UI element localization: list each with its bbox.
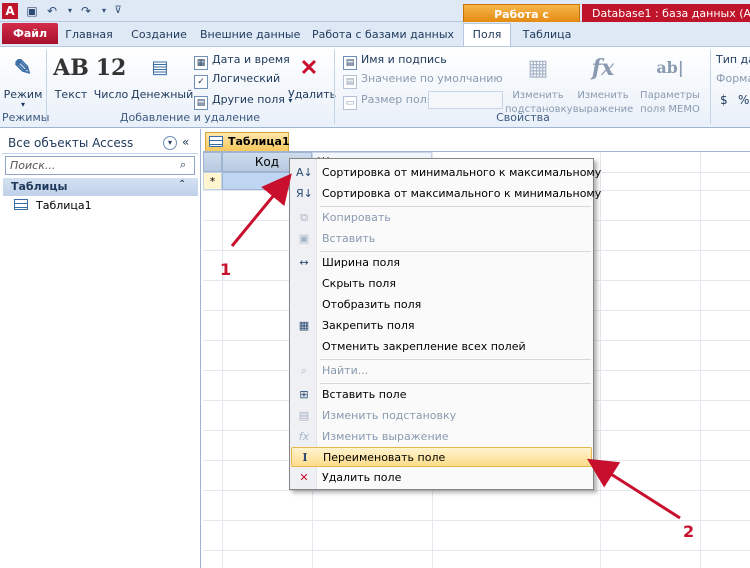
annotation-arrows bbox=[230, 173, 681, 520]
annotation-number-2: 2 bbox=[683, 522, 695, 541]
annotation-number-1: 1 bbox=[220, 260, 232, 279]
arrow-to-sort-menu bbox=[230, 173, 292, 247]
arrow-to-rename-field bbox=[586, 458, 681, 520]
